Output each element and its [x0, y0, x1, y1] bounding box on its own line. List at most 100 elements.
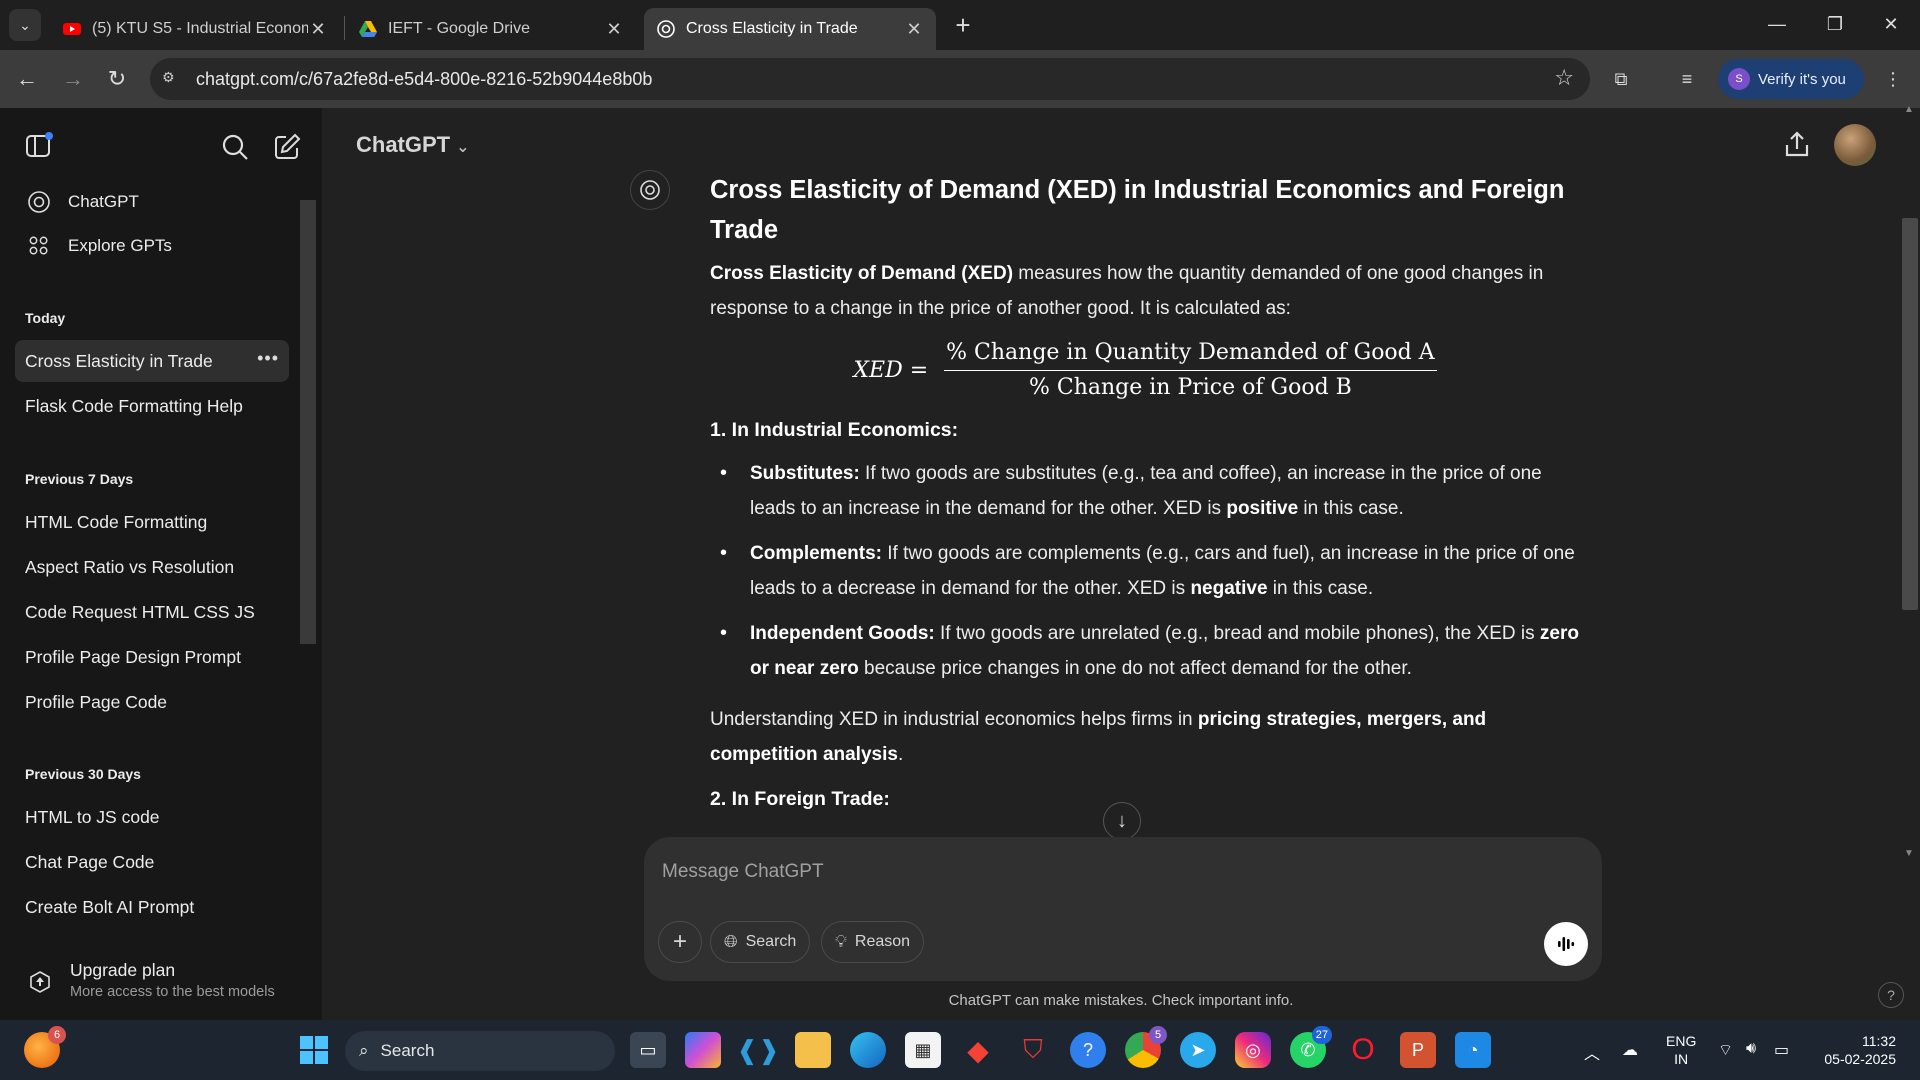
- edge-icon[interactable]: [850, 1032, 886, 1068]
- whatsapp-icon[interactable]: ✆ 27: [1290, 1026, 1332, 1068]
- sidebar-scrollbar[interactable]: [300, 200, 316, 644]
- tab-search-button[interactable]: ⌄: [9, 9, 41, 41]
- chatgpt-logo-icon: [26, 189, 52, 215]
- scrollbar-thumb[interactable]: [1902, 218, 1918, 610]
- section-today: Today: [25, 310, 66, 326]
- chrome-icon[interactable]: 5: [1125, 1026, 1167, 1068]
- media-controls-icon[interactable]: ≡: [1670, 62, 1704, 96]
- tab-youtube[interactable]: (5) KTU S5 - Industrial Economic ✕: [50, 8, 340, 50]
- search-tool-button[interactable]: 🌐︎ Search: [710, 921, 811, 963]
- instagram-icon[interactable]: ◎: [1235, 1032, 1271, 1068]
- message-input[interactable]: [662, 857, 1562, 887]
- vscode-icon[interactable]: ❰❱: [736, 1032, 780, 1068]
- reload-icon: ↻: [107, 66, 127, 91]
- more-options-icon[interactable]: •••: [257, 348, 279, 369]
- bullet-list: Substitutes: If two goods are substitute…: [710, 456, 1580, 686]
- address-bar[interactable]: ⚙ chatgpt.com/c/67a2fe8d-e5d4-800e-8216-…: [150, 58, 1590, 100]
- share-icon[interactable]: [1780, 128, 1814, 162]
- close-window-button[interactable]: ✕: [1862, 0, 1920, 48]
- model-name: ChatGPT: [356, 132, 451, 157]
- windows-taskbar: 6 ⌕ Search ▭ ❰❱ ▦ ◆ ⛉ ? 5 ➤ ◎ ✆ 27 O P ◔…: [0, 1020, 1920, 1080]
- telegram-icon[interactable]: ➤: [1180, 1032, 1216, 1068]
- verify-profile-button[interactable]: S Verify it's you: [1718, 59, 1864, 99]
- arrow-right-icon: →: [62, 66, 84, 91]
- search-icon[interactable]: [220, 132, 250, 162]
- sidebar-item-html-formatting[interactable]: HTML Code Formatting: [15, 501, 289, 543]
- reload-button[interactable]: ↻: [100, 62, 134, 96]
- sidebar-item-profile-design[interactable]: Profile Page Design Prompt: [15, 636, 289, 678]
- tab-chatgpt[interactable]: Cross Elasticity in Trade ✕: [644, 8, 936, 50]
- arrow-down-icon: ↓: [1117, 809, 1127, 832]
- upgrade-plan-button[interactable]: Upgrade plan More access to the best mod…: [24, 956, 314, 1008]
- sidebar-item-profile-code[interactable]: Profile Page Code: [15, 681, 289, 723]
- powerpoint-icon[interactable]: P: [1400, 1032, 1436, 1068]
- scroll-up-icon[interactable]: ▲: [1904, 104, 1914, 115]
- onedrive-icon[interactable]: ☁: [1622, 1040, 1638, 1060]
- sidebar-item-cross-elasticity[interactable]: Cross Elasticity in Trade •••: [15, 340, 289, 382]
- taskbar-search-label: Search: [380, 1041, 435, 1060]
- volume-icon[interactable]: 🔊︎: [1746, 1040, 1756, 1058]
- file-explorer-icon[interactable]: [795, 1032, 831, 1068]
- upgrade-icon: [30, 971, 50, 993]
- battery-icon[interactable]: ▭: [1774, 1040, 1789, 1060]
- minimize-button[interactable]: —: [1748, 0, 1806, 48]
- extensions-icon[interactable]: ⧉: [1604, 62, 1638, 96]
- chevron-down-icon: ⌄: [456, 139, 470, 156]
- reason-tool-button[interactable]: 💡︎ Reason: [821, 921, 925, 963]
- user-avatar[interactable]: [1834, 124, 1876, 166]
- sidebar-nav-chatgpt[interactable]: ChatGPT: [16, 182, 286, 222]
- assistant-message: Cross Elasticity of Demand (XED) in Indu…: [710, 170, 1580, 840]
- opera-icon[interactable]: O: [1345, 1032, 1381, 1068]
- task-view-icon[interactable]: ▭: [630, 1032, 666, 1068]
- scroll-to-bottom-button[interactable]: ↓: [1103, 802, 1141, 840]
- show-hidden-icons[interactable]: ︿: [1584, 1040, 1600, 1064]
- list-item: Substitutes: If two goods are substitute…: [710, 456, 1580, 526]
- bookmark-star-icon[interactable]: ☆: [1554, 65, 1574, 91]
- upgrade-title: Upgrade plan: [70, 960, 176, 980]
- browser-toolbar: ← → ↻ ⚙ chatgpt.com/c/67a2fe8d-e5d4-800e…: [0, 50, 1920, 108]
- attach-button[interactable]: +: [658, 921, 702, 963]
- tab-close-icon[interactable]: ✕: [904, 19, 924, 40]
- sidebar-item-chat-page[interactable]: Chat Page Code: [15, 841, 289, 883]
- system-clock[interactable]: 11:32 05-02-2025: [1812, 1032, 1896, 1068]
- snipping-tool-icon[interactable]: ◔: [1455, 1032, 1491, 1068]
- anydesk-icon[interactable]: ◆: [960, 1032, 996, 1068]
- input-language[interactable]: ENG IN: [1666, 1032, 1696, 1068]
- notification-badge: 27: [1311, 1026, 1332, 1044]
- copilot-icon[interactable]: [685, 1032, 721, 1068]
- sidebar-item-bolt-prompt[interactable]: Create Bolt AI Prompt: [15, 886, 289, 928]
- globe-icon: 🌐︎: [724, 932, 738, 951]
- sidebar-item-label: Chat Page Code: [25, 851, 155, 872]
- bullet-text: in this case.: [1267, 578, 1374, 599]
- help-app-icon[interactable]: ?: [1070, 1032, 1106, 1068]
- sidebar-item-flask[interactable]: Flask Code Formatting Help: [15, 385, 289, 427]
- forward-button[interactable]: →: [56, 62, 90, 96]
- sidebar-toggle-icon[interactable]: [24, 131, 54, 161]
- sidebar-item-html-to-js[interactable]: HTML to JS code: [15, 796, 289, 838]
- tab-close-icon[interactable]: ✕: [308, 19, 328, 40]
- help-button[interactable]: ?: [1878, 982, 1904, 1008]
- back-button[interactable]: ←: [10, 62, 44, 96]
- wifi-icon[interactable]: ⌔: [1718, 1040, 1733, 1060]
- scroll-down-arrow-icon[interactable]: ▼: [1904, 848, 1914, 859]
- taskbar-search[interactable]: ⌕ Search: [345, 1031, 615, 1071]
- model-selector[interactable]: ChatGPT ⌄: [356, 132, 470, 158]
- browser-menu-icon[interactable]: ⋮: [1876, 62, 1910, 96]
- sidebar-item-code-request[interactable]: Code Request HTML CSS JS: [15, 591, 289, 633]
- main-scrollbar[interactable]: ▲ ▼: [1900, 104, 1920, 1020]
- voice-mode-button[interactable]: [1544, 922, 1588, 966]
- microsoft-store-icon[interactable]: ▦: [905, 1032, 941, 1068]
- new-chat-icon[interactable]: [272, 132, 302, 162]
- sidebar-item-aspect-ratio[interactable]: Aspect Ratio vs Resolution: [15, 546, 289, 588]
- sidebar-nav-label: Explore GPTs: [68, 236, 172, 255]
- windows-start-icon[interactable]: [296, 1032, 332, 1068]
- new-tab-button[interactable]: +: [948, 12, 978, 42]
- section-heading-industrial: 1. In Industrial Economics:: [710, 419, 959, 441]
- mcafee-icon[interactable]: ⛉: [1015, 1032, 1051, 1068]
- tab-close-icon[interactable]: ✕: [604, 19, 624, 40]
- tab-google-drive[interactable]: IEFT - Google Drive ✕: [346, 8, 636, 50]
- site-info-icon[interactable]: ⚙: [162, 69, 182, 89]
- restore-button[interactable]: ❐: [1806, 0, 1864, 48]
- weather-widget-icon[interactable]: 6: [24, 1026, 66, 1068]
- sidebar-nav-explore-gpts[interactable]: Explore GPTs: [16, 226, 286, 266]
